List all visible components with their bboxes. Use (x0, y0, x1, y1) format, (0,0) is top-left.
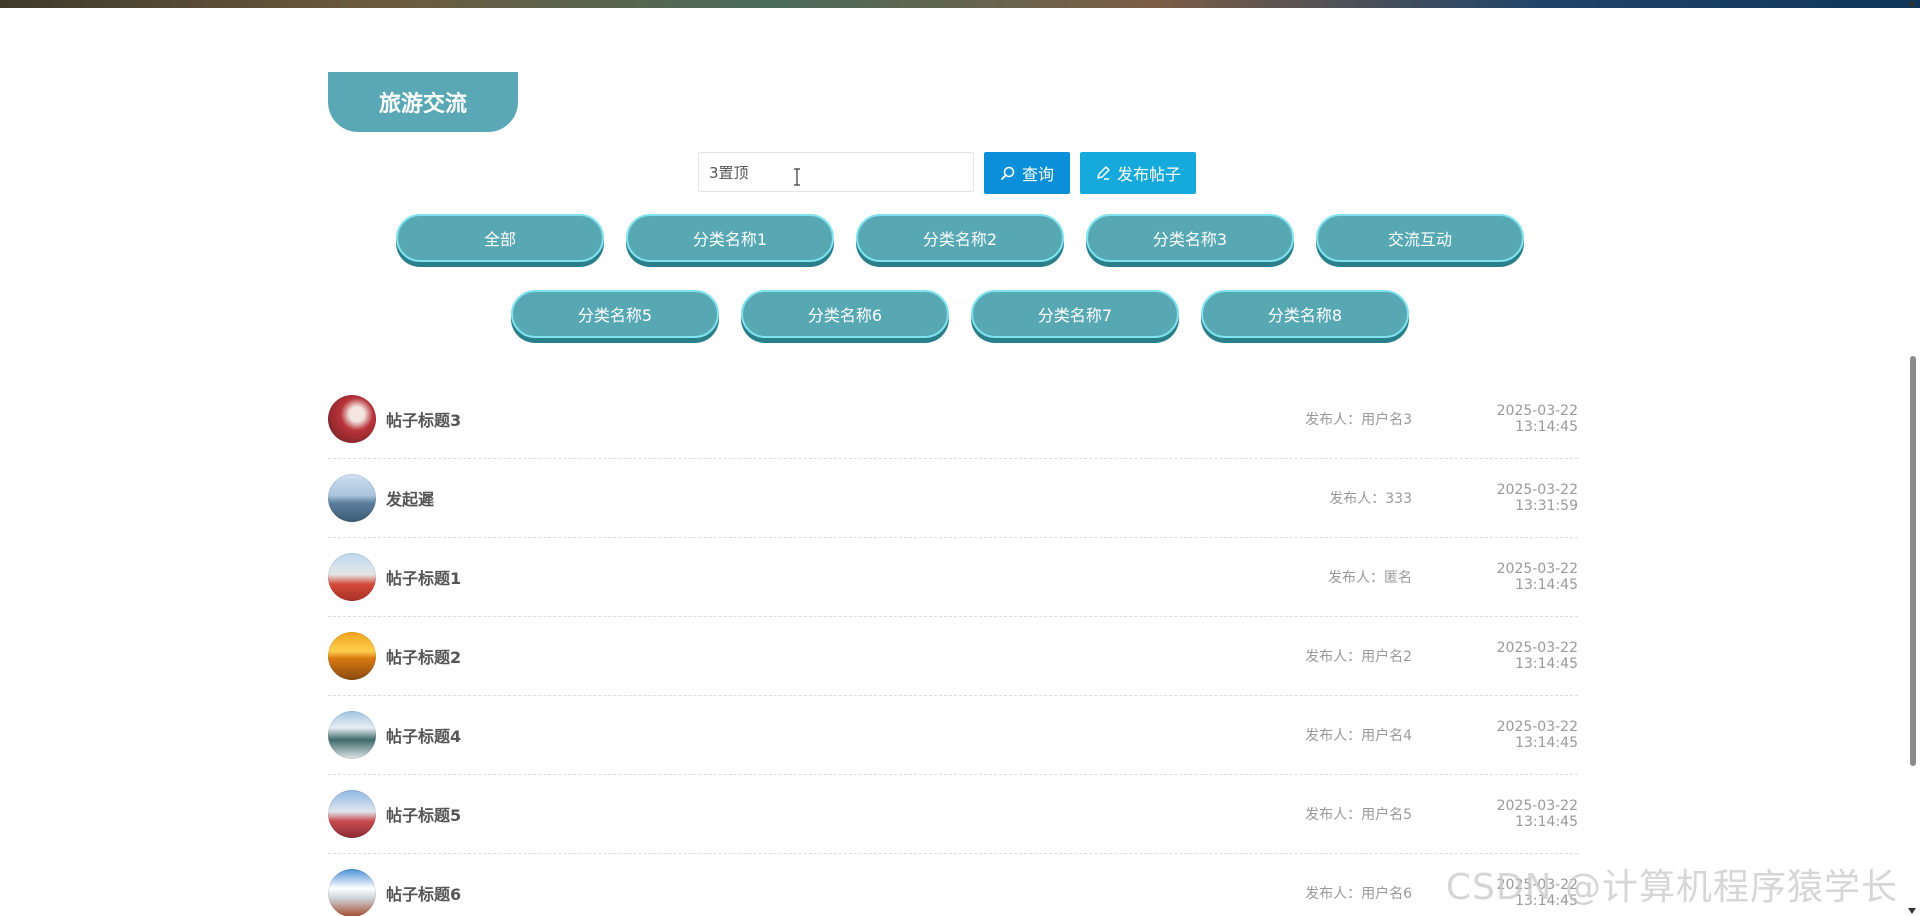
post-title: 帖子标题6 (386, 885, 462, 904)
scroll-down-icon[interactable] (1908, 908, 1916, 914)
post-title: 帖子标题3 (386, 411, 462, 430)
category-1[interactable]: 分类名称1 (626, 214, 834, 262)
category-7[interactable]: 分类名称7 (971, 290, 1179, 338)
page: 旅游交流 查询 发布帖子 全部 分类名称1 分类名称2 分类名称3 交流互动 (0, 0, 1920, 916)
post-row[interactable]: 帖子标题1 发布人：匿名 2025-03-22 13:14:45 (328, 538, 1578, 617)
post-button[interactable]: 发布帖子 (1080, 152, 1196, 194)
post-thumbnail (328, 790, 376, 838)
category-3[interactable]: 分类名称3 (1086, 214, 1294, 262)
post-title: 发起遲 (386, 490, 435, 509)
post-thumbnail (328, 869, 376, 916)
post-author: 发布人：用户名5 (1305, 807, 1412, 823)
post-author: 发布人：匿名 (1328, 570, 1412, 586)
post-thumbnail (328, 711, 376, 759)
category-6[interactable]: 分类名称6 (741, 290, 949, 338)
query-button[interactable]: 查询 (984, 152, 1070, 194)
post-author: 发布人：用户名2 (1305, 649, 1412, 665)
scrollbar-thumb[interactable] (1910, 356, 1916, 766)
post-list: 帖子标题3 发布人：用户名3 2025-03-22 13:14:45 发起遲 发… (328, 380, 1578, 916)
category-8[interactable]: 分类名称8 (1201, 290, 1409, 338)
post-thumbnail (328, 632, 376, 680)
category-5[interactable]: 分类名称5 (511, 290, 719, 338)
post-thumbnail (328, 395, 376, 443)
category-all[interactable]: 全部 (396, 214, 604, 262)
post-title: 帖子标题4 (386, 727, 462, 746)
post-row[interactable]: 帖子标题4 发布人：用户名4 2025-03-22 13:14:45 (328, 696, 1578, 775)
post-thumbnail (328, 553, 376, 601)
search-icon (1001, 166, 1015, 180)
section-title: 旅游交流 (328, 72, 518, 132)
post-row[interactable]: 帖子标题6 发布人：用户名6 2025-03-22 13:14:45 (328, 854, 1578, 916)
post-author: 发布人：333 (1329, 491, 1412, 507)
post-title: 帖子标题1 (386, 569, 462, 588)
post-time: 2025-03-22 13:14:45 (1496, 798, 1578, 830)
category-row-1: 全部 分类名称1 分类名称2 分类名称3 交流互动 (0, 214, 1920, 262)
category-2[interactable]: 分类名称2 (856, 214, 1064, 262)
text-cursor-icon (794, 168, 800, 186)
post-time: 2025-03-22 13:14:45 (1496, 561, 1578, 593)
top-banner-image (0, 0, 1920, 8)
post-title: 帖子标题5 (386, 806, 462, 825)
watermark: CSDN @计算机程序猿学长 (1445, 867, 1898, 908)
post-row[interactable]: 帖子标题5 发布人：用户名5 2025-03-22 13:14:45 (328, 775, 1578, 854)
search-input[interactable] (698, 152, 974, 192)
post-row[interactable]: 帖子标题2 发布人：用户名2 2025-03-22 13:14:45 (328, 617, 1578, 696)
post-time: 2025-03-22 13:14:45 (1496, 403, 1578, 435)
query-button-label: 查询 (1021, 165, 1054, 184)
search-bar: 查询 发布帖子 (698, 152, 1196, 196)
post-author: 发布人：用户名6 (1305, 886, 1412, 902)
edit-icon (1097, 166, 1110, 180)
post-author: 发布人：用户名4 (1305, 728, 1412, 744)
scrollbar[interactable] (1908, 0, 1916, 916)
post-row[interactable]: 帖子标题3 发布人：用户名3 2025-03-22 13:14:45 (328, 380, 1578, 459)
post-author: 发布人：用户名3 (1305, 412, 1412, 428)
post-button-label: 发布帖子 (1116, 165, 1181, 184)
category-row-2: 分类名称5 分类名称6 分类名称7 分类名称8 (0, 290, 1920, 338)
post-time: 2025-03-22 13:14:45 (1496, 719, 1578, 751)
category-interaction[interactable]: 交流互动 (1316, 214, 1524, 262)
post-time: 2025-03-22 13:31:59 (1496, 482, 1578, 514)
post-thumbnail (328, 474, 376, 522)
post-time: 2025-03-22 13:14:45 (1496, 640, 1578, 672)
post-row[interactable]: 发起遲 发布人：333 2025-03-22 13:31:59 (328, 459, 1578, 538)
post-title: 帖子标题2 (386, 648, 462, 667)
